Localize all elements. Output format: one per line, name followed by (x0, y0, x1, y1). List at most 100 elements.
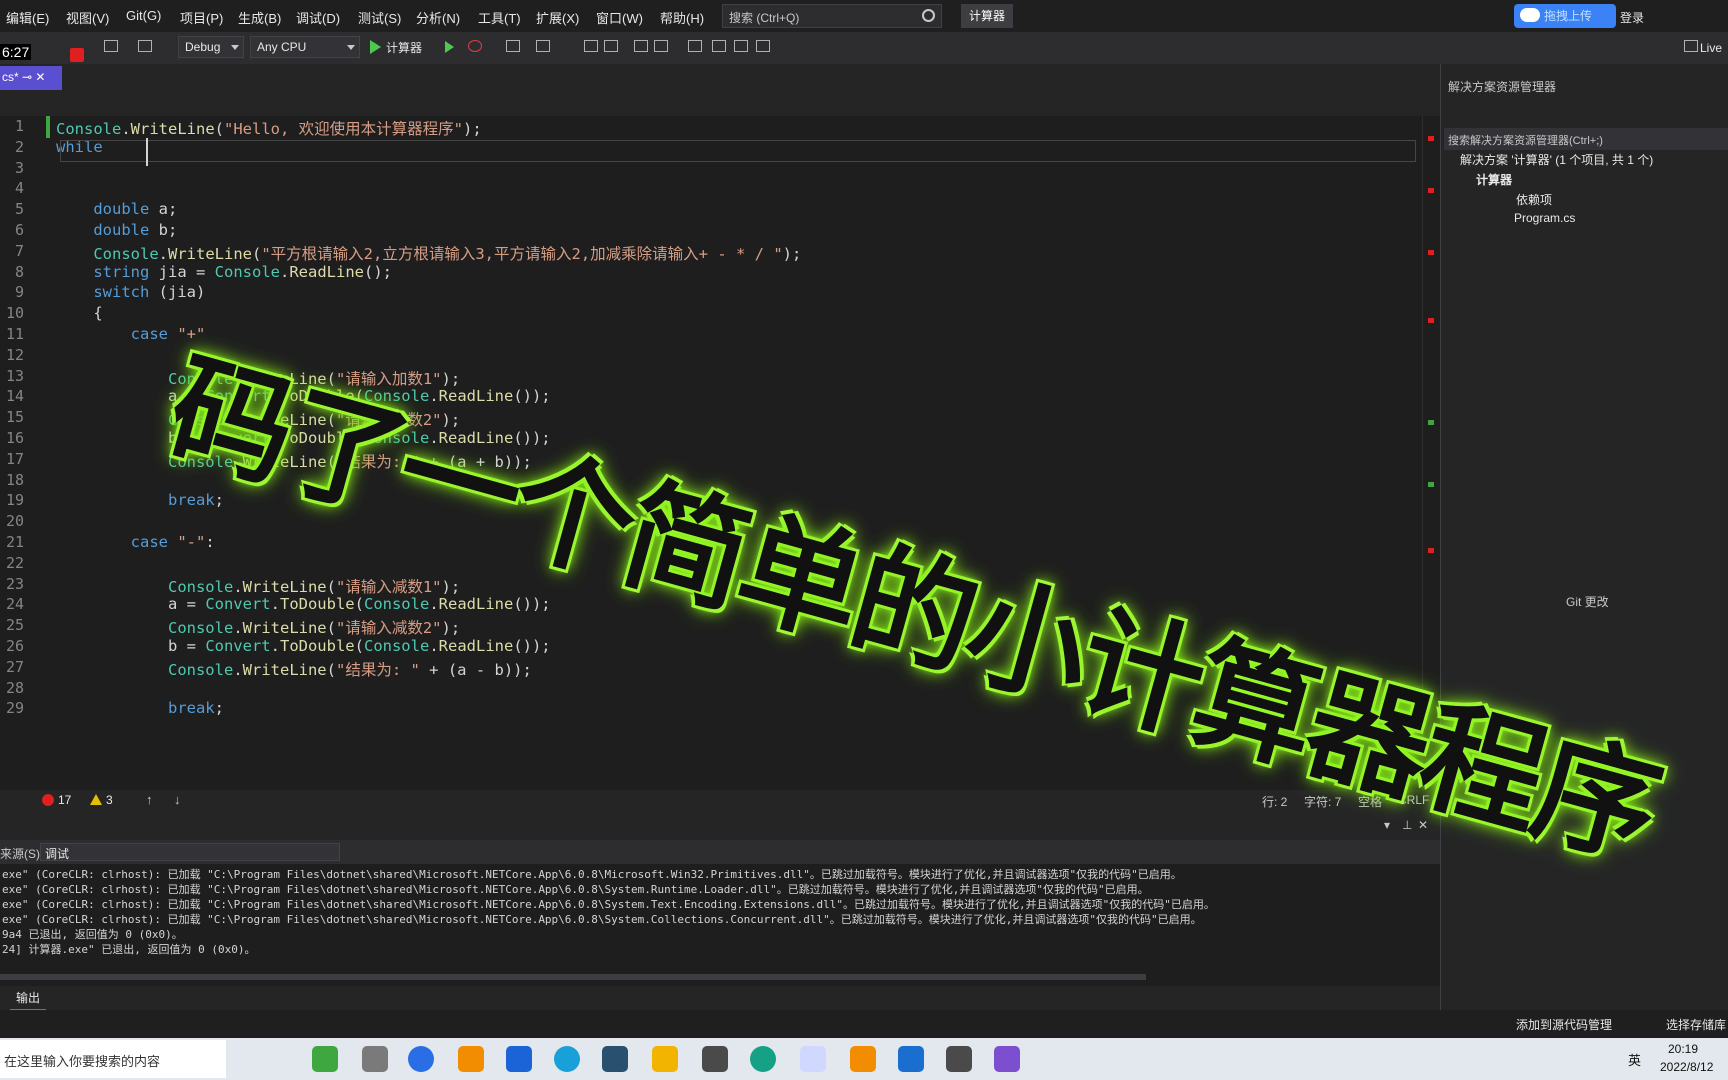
menu-view[interactable]: 视图(V) (66, 8, 109, 27)
code-line: double b; (93, 221, 178, 239)
tab-output[interactable]: 输出 (10, 986, 47, 1011)
tab-git-changes[interactable]: Git 更改 (1566, 593, 1609, 610)
error-count[interactable]: 17 (58, 793, 71, 807)
configuration-select[interactable]: Debug (178, 36, 244, 58)
outdent-icon[interactable] (654, 40, 668, 52)
live-share-button[interactable]: Live (1700, 41, 1722, 55)
error-marker[interactable] (1428, 188, 1434, 193)
select-repo-button[interactable]: 选择存储库 (1666, 1016, 1726, 1033)
line-number: 19 (5, 491, 24, 510)
calculator-icon[interactable] (946, 1046, 972, 1072)
close-icon[interactable]: ✕ (35, 70, 45, 84)
menu-debug[interactable]: 调试(D) (296, 8, 340, 27)
add-source-control-button[interactable]: 添加到源代码管理 (1516, 1016, 1612, 1033)
menu-window[interactable]: 窗口(W) (596, 8, 643, 27)
error-marker[interactable] (1428, 250, 1434, 255)
solution-search-input[interactable]: 搜索解决方案资源管理器(Ctrl+;) (1444, 128, 1728, 150)
camera-icon[interactable] (702, 1046, 728, 1072)
line-number: 6 (14, 221, 24, 239)
bilibili-icon[interactable] (506, 1046, 532, 1072)
bookmark-next-icon[interactable] (734, 40, 748, 52)
output-hscrollbar[interactable] (0, 974, 1146, 980)
error-marker[interactable] (1428, 548, 1434, 553)
folder-icon[interactable] (506, 40, 520, 52)
blender2-icon[interactable] (850, 1046, 876, 1072)
error-icon[interactable] (42, 794, 54, 806)
align2-icon[interactable] (604, 40, 618, 52)
line-number: 29 (5, 699, 24, 718)
visual-studio-icon[interactable] (994, 1046, 1020, 1072)
status-bar (0, 1010, 1728, 1038)
layout-icon[interactable] (536, 40, 550, 52)
taskbar-search-input[interactable]: 在这里输入你要搜索的内容 (0, 1040, 226, 1078)
hot-reload-icon[interactable] (468, 40, 482, 52)
search-icon[interactable] (922, 9, 935, 22)
folder-icon[interactable] (652, 1046, 678, 1072)
code-line: Console.WriteLine("Hello, 欢迎使用本计算器程序"); (56, 120, 482, 138)
pin-icon[interactable]: ⊸ (22, 70, 32, 84)
login-label[interactable]: 登录 (1620, 9, 1644, 26)
output-text-area[interactable]: exe" (CoreCLR: clrhost): 已加载 "C:\Program… (0, 864, 1420, 968)
line-number: 3 (14, 158, 24, 177)
tab-program-cs[interactable]: cs* ⊸ ✕ (0, 66, 62, 90)
text-cursor-icon (146, 138, 148, 166)
menu-analyze[interactable]: 分析(N) (416, 8, 460, 27)
output-source-select[interactable]: 调试 (40, 843, 340, 861)
bookmark-icon[interactable] (688, 40, 702, 52)
edge-icon[interactable] (750, 1046, 776, 1072)
warning-icon[interactable] (90, 794, 102, 805)
code-line: Console.WriteLine("请输入减数1"); (167, 577, 461, 596)
ime-indicator[interactable]: 英 (1628, 1050, 1641, 1069)
tree-item-project[interactable]: 计算器 (1476, 171, 1512, 188)
live-share-icon[interactable] (1684, 40, 1698, 52)
menu-build[interactable]: 生成(B) (238, 8, 281, 27)
menu-extensions[interactable]: 扩展(X) (536, 8, 579, 27)
app-image-icon[interactable] (602, 1046, 628, 1072)
browser-icon[interactable] (408, 1046, 434, 1072)
line-indicator[interactable]: 行: 2 (1262, 793, 1287, 810)
bookmark-clear-icon[interactable] (756, 40, 770, 52)
change-marker[interactable] (1428, 420, 1434, 425)
menu-test[interactable]: 测试(S) (358, 8, 401, 27)
menu-git[interactable]: Git(G) (126, 8, 161, 23)
app-mw-icon[interactable] (800, 1046, 826, 1072)
tree-item-solution[interactable]: 解决方案 '计算器' (1 个项目, 共 1 个) (1460, 151, 1653, 168)
indent-icon[interactable] (634, 40, 648, 52)
menu-edit[interactable]: 编辑(E) (6, 8, 49, 27)
clock-date[interactable]: 2022/8/12 (1660, 1060, 1713, 1074)
run-icon[interactable] (370, 40, 381, 54)
error-marker[interactable] (1428, 318, 1434, 323)
redo-icon[interactable] (138, 40, 152, 52)
error-marker[interactable] (1428, 136, 1434, 141)
platform-select[interactable]: Any CPU (250, 36, 360, 58)
line-number: 18 (5, 470, 24, 489)
menu-help[interactable]: 帮助(H) (660, 8, 704, 27)
search-input[interactable]: 搜索 (Ctrl+Q) (722, 4, 942, 28)
run-button[interactable]: 计算器 (386, 39, 422, 56)
output-line: exe" (CoreCLR: clrhost): 已加载 "C:\Program… (2, 883, 1149, 896)
record-stop-icon[interactable] (70, 48, 84, 62)
clock-time[interactable]: 20:19 (1668, 1042, 1698, 1056)
run-without-debug-icon[interactable] (445, 41, 454, 53)
navigation-bar[interactable] (0, 92, 1440, 117)
platform-value: Any CPU (257, 40, 307, 54)
arrow-down-icon[interactable]: ↓ (174, 792, 181, 807)
app-icon-2[interactable] (362, 1046, 388, 1072)
arrow-up-icon[interactable]: ↑ (146, 792, 153, 807)
bookmark-prev-icon[interactable] (712, 40, 726, 52)
code-line: break; (167, 491, 224, 510)
menu-project[interactable]: 项目(P) (180, 8, 223, 27)
tree-item-dependencies[interactable]: 依赖项 (1516, 191, 1552, 208)
warning-count[interactable]: 3 (106, 793, 113, 807)
blender-icon[interactable] (458, 1046, 484, 1072)
line-number: 21 (5, 533, 24, 551)
menu-tools[interactable]: 工具(T) (478, 8, 521, 27)
undo-icon[interactable] (104, 40, 118, 52)
document-tab-row (0, 64, 1440, 94)
app-icon-1[interactable] (312, 1046, 338, 1072)
photos-icon[interactable] (898, 1046, 924, 1072)
tree-item-program-cs[interactable]: Program.cs (1514, 211, 1575, 225)
app-c-icon[interactable] (554, 1046, 580, 1072)
change-marker[interactable] (1428, 482, 1434, 487)
align-icon[interactable] (584, 40, 598, 52)
